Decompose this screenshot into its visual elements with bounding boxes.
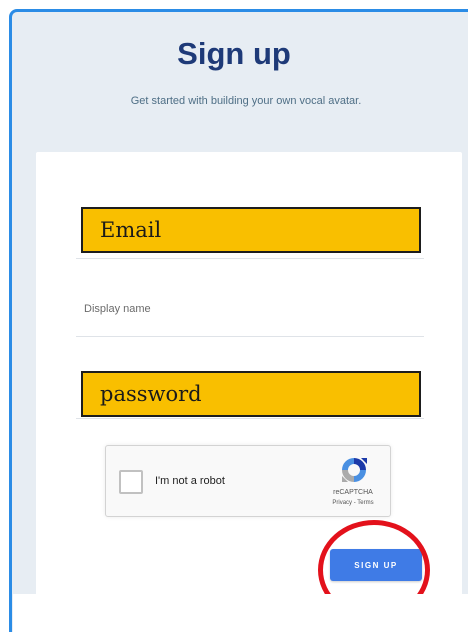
password-field-underline [76,418,424,419]
display-name-input[interactable] [84,296,414,322]
recaptcha-widget: I'm not a robot reCAPTCHA Privacy - Term… [105,445,391,517]
screenshot-stage: Sign up Get started with building your o… [0,0,468,632]
recaptcha-logo-icon [342,458,367,482]
page-bottom [13,594,468,632]
recaptcha-checkbox[interactable] [119,470,143,494]
recaptcha-links[interactable]: Privacy - Terms [318,500,388,506]
email-field-underline [76,258,424,259]
email-field[interactable]: Email [81,207,421,253]
page-title: Sign up [177,36,291,71]
sign-up-button[interactable]: SIGN UP [330,549,422,581]
recaptcha-label: I'm not a robot [155,475,225,487]
password-field[interactable]: password [81,371,421,417]
recaptcha-brand: reCAPTCHA [333,489,373,496]
page-subtitle: Get started with building your own vocal… [130,95,362,107]
display-name-underline [76,336,424,337]
